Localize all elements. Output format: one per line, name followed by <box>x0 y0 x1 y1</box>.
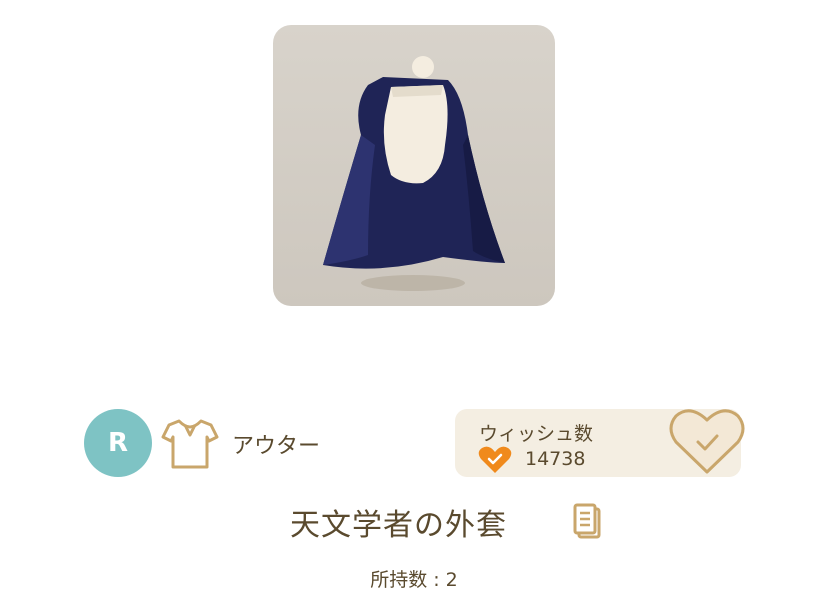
owned-count: 所持数 : 2 <box>370 569 458 591</box>
wish-title: ウィッシュ数 <box>479 423 594 445</box>
category-label: アウター <box>232 434 321 459</box>
document-icon[interactable] <box>573 503 601 543</box>
wish-button[interactable] <box>668 406 746 480</box>
item-image <box>273 25 555 306</box>
wish-count: 14738 <box>525 448 586 470</box>
rarity-badge: R <box>84 409 152 477</box>
item-name: 天文学者の外套 <box>290 508 507 543</box>
cloak-illustration <box>323 56 505 291</box>
heart-check-icon <box>669 409 745 474</box>
heart-icon <box>478 446 512 478</box>
shirt-icon <box>161 417 219 475</box>
